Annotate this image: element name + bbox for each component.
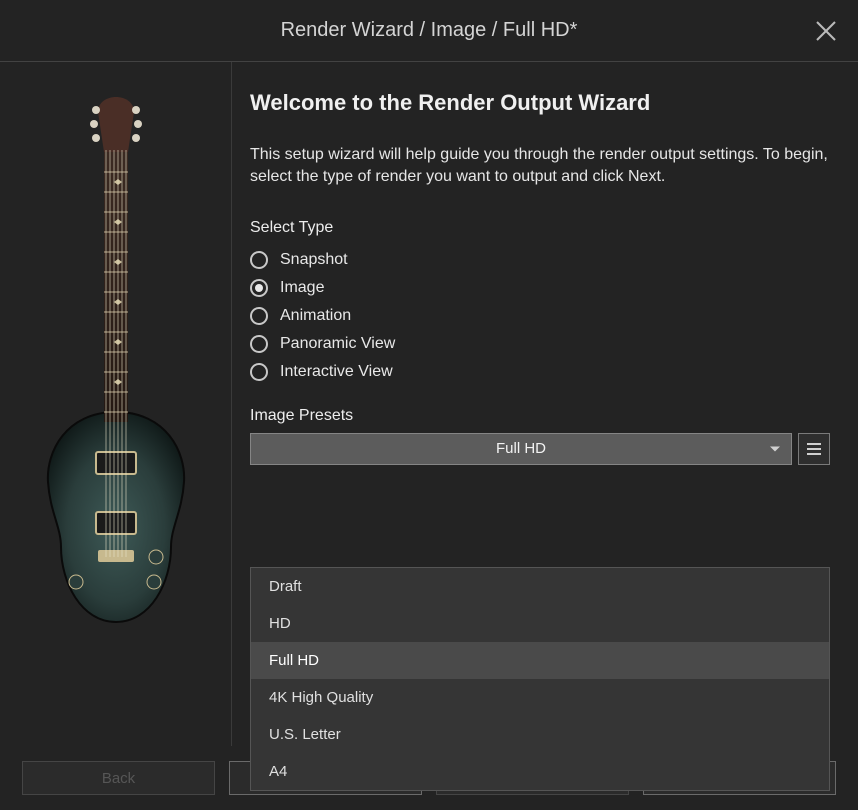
wizard-heading: Welcome to the Render Output Wizard [250,90,830,116]
radio-indicator [250,279,268,297]
close-icon [814,19,838,43]
preset-dropdown[interactable]: Full HD [250,433,792,465]
preset-option[interactable]: Full HD [251,642,829,679]
render-type-option[interactable]: Panoramic View [250,335,830,353]
radio-indicator [250,251,268,269]
radio-label: Panoramic View [280,335,395,353]
radio-label: Interactive View [280,363,393,381]
content-pane: Welcome to the Render Output Wizard This… [232,62,858,746]
render-type-option[interactable]: Animation [250,307,830,325]
radio-label: Image [280,279,324,297]
titlebar: Render Wizard / Image / Full HD* [0,0,858,62]
radio-indicator [250,335,268,353]
select-type-label: Select Type [250,219,830,237]
wizard-intro: This setup wizard will help guide you th… [250,144,830,189]
preset-option[interactable]: 4K High Quality [251,679,829,716]
preset-option[interactable]: U.S. Letter [251,716,829,753]
render-type-radio-group: Snapshot Image Animation Panoramic View Inte… [250,251,830,381]
radio-indicator [250,307,268,325]
chevron-down-icon [769,440,781,457]
close-button[interactable] [814,19,838,43]
preview-pane [0,62,232,746]
list-icon [806,442,822,456]
render-type-option[interactable]: Snapshot [250,251,830,269]
radio-label: Animation [280,307,351,325]
radio-label: Snapshot [280,251,348,269]
presets-label: Image Presets [250,407,830,425]
preset-list-button[interactable] [798,433,830,465]
preset-dropdown-menu: DraftHDFull HD4K High QualityU.S. Letter… [250,567,830,791]
preset-dropdown-value: Full HD [496,440,546,457]
preset-option[interactable]: HD [251,605,829,642]
render-type-option[interactable]: Image [250,279,830,297]
render-type-option[interactable]: Interactive View [250,363,830,381]
preview-image [26,82,206,632]
preset-option[interactable]: A4 [251,753,829,790]
radio-indicator [250,363,268,381]
window-title: Render Wizard / Image / Full HD* [281,19,578,42]
preset-option[interactable]: Draft [251,568,829,605]
back-button[interactable]: Back [22,761,215,795]
